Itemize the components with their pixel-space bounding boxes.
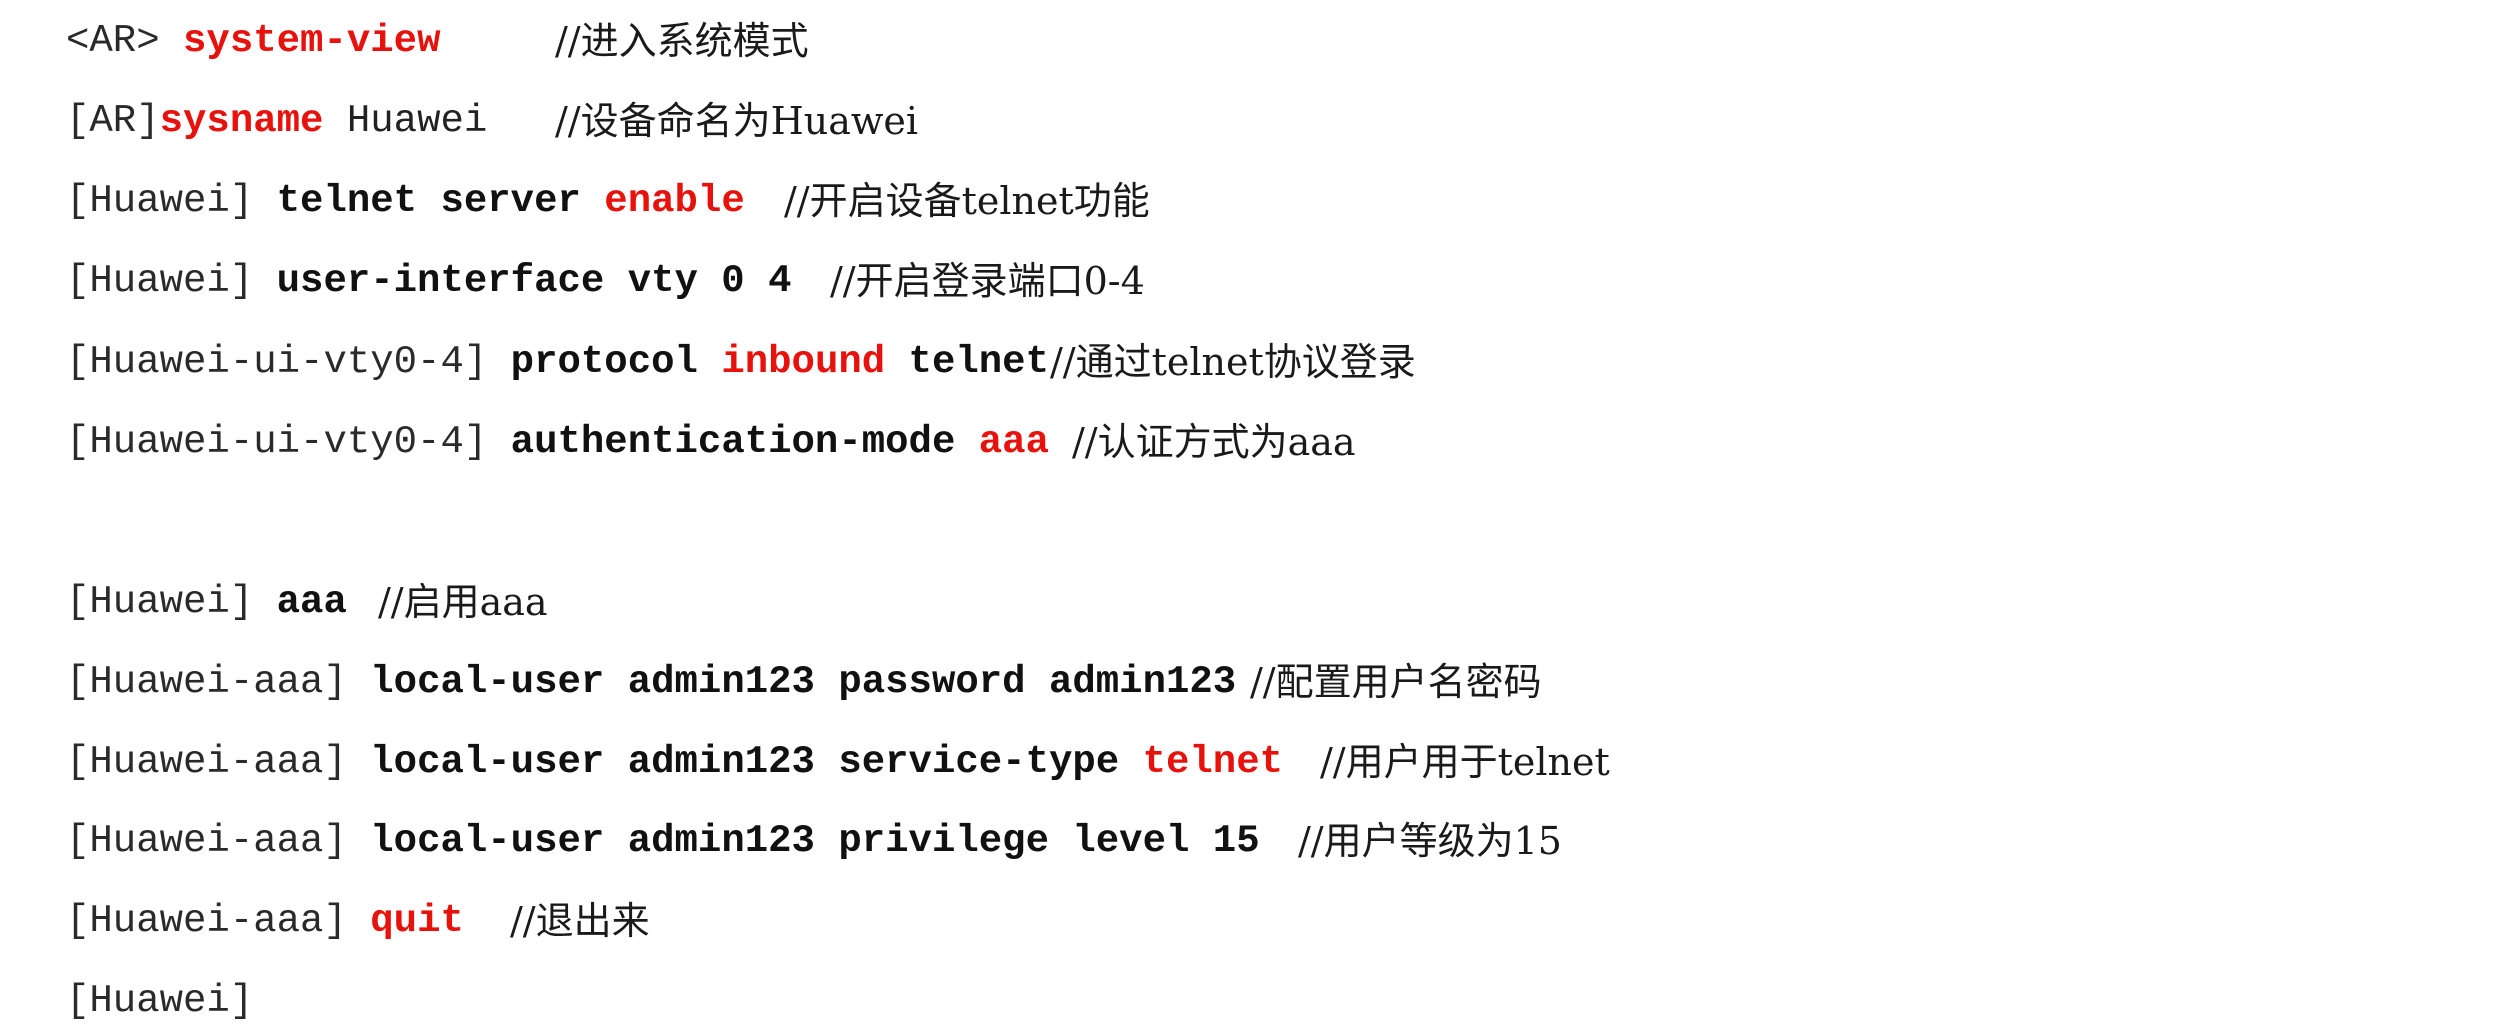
- cli-prompt: <AR>: [66, 19, 160, 63]
- cli-command-text: telnet server: [253, 179, 605, 223]
- cli-command-text: authentication-mode: [487, 420, 979, 464]
- cli-prompt: [Huawei-aaa]: [66, 899, 347, 943]
- command-line: [Huawei-aaa] quit: [66, 886, 464, 956]
- command-line: [AR]sysname Huawei: [66, 86, 487, 156]
- cli-comment: //进入系统模式: [555, 19, 809, 63]
- cli-command-text: [160, 19, 183, 63]
- cli-keyword: aaa: [978, 420, 1049, 464]
- cli-command-text: [347, 899, 370, 943]
- command-line: <AR> system-view: [66, 6, 440, 76]
- cli-prompt: [Huawei]: [66, 179, 254, 223]
- command-line: [Huawei] user-interface vty 0 4: [66, 246, 792, 316]
- cli-command-text: aaa: [253, 580, 347, 624]
- cli-command-text: local-user admin123 password admin123: [346, 660, 1237, 704]
- cli-comment: //退出来: [510, 899, 650, 943]
- cli-keyword: telnet: [1142, 740, 1284, 784]
- cli-prompt: [Huawei]: [66, 580, 254, 624]
- cli-command-text: protocol: [487, 340, 722, 384]
- cli-keyword: system-view: [183, 19, 441, 63]
- cli-command-text: local-user admin123 privilege level 15: [346, 819, 1260, 863]
- command-line: [Huawei]: [66, 966, 253, 1036]
- command-line: [Huawei-ui-vty0-4] authentication-mode a…: [66, 407, 1049, 477]
- cli-prompt: [Huawei-ui-vty0-4]: [66, 420, 488, 464]
- command-line: [Huawei-aaa] local-user admin123 passwor…: [66, 647, 1236, 717]
- cli-comment: //用户用于telnet: [1320, 740, 1610, 784]
- command-line: [Huawei-ui-vty0-4] protocol inbound teln…: [66, 327, 1049, 397]
- cli-comment: //设备命名为Huawei: [555, 99, 919, 143]
- cli-prompt: [Huawei-aaa]: [66, 660, 347, 704]
- command-line: [Huawei-aaa] local-user admin123 privile…: [66, 806, 1260, 876]
- cli-comment: //通过telnet协议登录: [1050, 340, 1416, 384]
- command-line: [Huawei] telnet server enable: [66, 166, 745, 236]
- cli-comment: //开启设备telnet功能: [784, 179, 1150, 223]
- cli-keyword: enable: [604, 179, 745, 223]
- cli-keyword: inbound: [721, 340, 886, 384]
- cli-comment: //启用aaa: [378, 580, 548, 624]
- cli-prompt: [Huawei-aaa]: [66, 740, 347, 784]
- cli-comment: //用户等级为15: [1298, 819, 1562, 863]
- command-line: [Huawei] aaa: [66, 567, 347, 637]
- cli-command-text: Huawei: [323, 99, 488, 143]
- cli-command-text: telnet: [885, 340, 1049, 384]
- cli-comment: //配置用户名密码: [1250, 660, 1542, 704]
- command-line: [Huawei-aaa] local-user admin123 service…: [66, 727, 1283, 797]
- cli-prompt: [Huawei-aaa]: [66, 819, 347, 863]
- cli-prompt: [Huawei]: [66, 259, 254, 303]
- cli-keyword: quit: [370, 899, 464, 943]
- cli-command-text: user-interface vty 0 4: [253, 259, 792, 303]
- cli-prompt: [Huawei]: [66, 979, 254, 1023]
- cli-prompt: [Huawei-ui-vty0-4]: [66, 340, 488, 384]
- cli-keyword: sysname: [159, 99, 324, 143]
- cli-comment: //开启登录端口0-4: [830, 259, 1145, 303]
- cli-command-text: local-user admin123 service-type: [346, 740, 1143, 784]
- cli-prompt: [AR]: [66, 99, 160, 143]
- cli-comment: //认证方式为aaa: [1072, 420, 1356, 464]
